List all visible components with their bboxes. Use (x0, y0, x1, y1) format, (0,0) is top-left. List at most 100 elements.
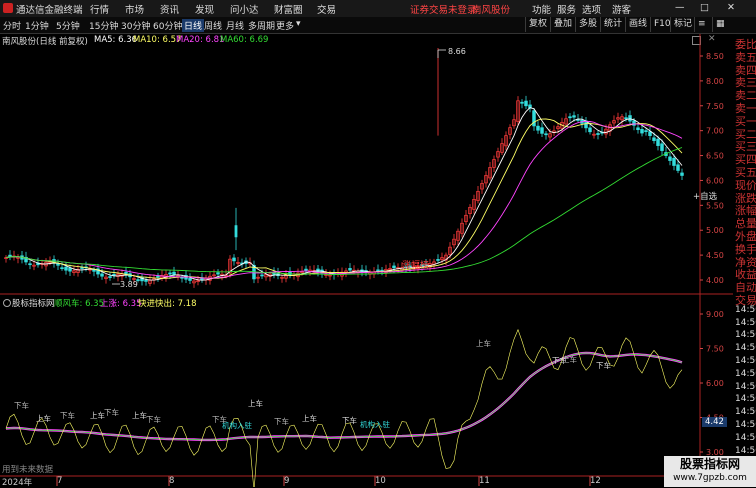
period-5min[interactable]: 5分钟 (56, 19, 80, 32)
menu-quotes[interactable]: 行情 (90, 2, 109, 16)
side-panel-item[interactable]: 14:50 (735, 433, 756, 443)
high-label: 8.66 (448, 47, 466, 56)
indicator-icon (3, 299, 11, 307)
side-panel-item[interactable]: 14:50 (735, 369, 756, 379)
candles-group (4, 48, 684, 288)
period-monthly[interactable]: 月线 (226, 19, 244, 32)
candle-body (112, 273, 116, 276)
sub-tick-label: 7.50 (706, 345, 724, 354)
price-tick-label: 8.50 (706, 52, 724, 61)
candle-body (348, 268, 352, 271)
period-tick[interactable]: 分时 (3, 19, 21, 32)
candle-body (588, 127, 592, 133)
candle-body (64, 266, 68, 271)
brand-url: www.7gpzb.com (673, 473, 747, 483)
period-multi[interactable]: 多周期 (248, 19, 275, 32)
x-label: 12 (590, 476, 601, 486)
candle-body (520, 101, 524, 104)
menu-ask[interactable]: 问小达 (230, 2, 259, 16)
candle-body (168, 272, 172, 275)
sub-tick-label: 6.00 (706, 379, 724, 388)
candle-body (304, 268, 308, 271)
kline-chart[interactable]: 下车上车 下车 上车 下车 上车 下车机构入驻下车上车下车 上车机构入驻下车上车下车上车下车… (0, 34, 733, 487)
side-panel-item[interactable]: 14:50 (735, 318, 756, 328)
menu-trade[interactable]: 交易 (317, 2, 336, 16)
add-watchlist-button[interactable]: +自选 (693, 190, 717, 202)
period-15min[interactable]: 15分钟 (89, 19, 118, 32)
signal-annotation: 下车 (104, 407, 119, 417)
side-panel-item[interactable]: 14:50 (735, 382, 756, 392)
x-label: 9 (284, 476, 290, 486)
signal-annotation: 下车 (274, 416, 289, 426)
grid-icon[interactable]: ▦ (712, 17, 728, 32)
candle-body (628, 115, 632, 122)
sub-chart-title[interactable]: 股标指标网 (12, 297, 55, 309)
price-tick-label: 5.50 (706, 201, 724, 210)
legend-shunfengche: 顺风车: 6.35 (54, 299, 104, 309)
candle-body (540, 127, 544, 134)
menu-function[interactable]: 功能 (532, 2, 551, 16)
low-label: 3.89 (120, 280, 138, 289)
signal-annotation: 下车 (146, 414, 161, 424)
period-30min[interactable]: 30分钟 (121, 19, 150, 32)
signal-annotation: 下车 (596, 360, 611, 370)
x-label: 11 (479, 476, 490, 486)
maximize-icon[interactable]: □ (700, 2, 709, 13)
candle-body (28, 263, 32, 266)
side-panel-item[interactable]: 14:50 (735, 446, 756, 456)
multi-stock-button[interactable]: 多股 (575, 17, 600, 32)
x-label: 2024年 (2, 478, 33, 488)
period-1min[interactable]: 1分钟 (25, 19, 49, 32)
candle-body (660, 143, 664, 151)
period-more[interactable]: 更多 (276, 19, 294, 32)
candle-body (436, 259, 440, 261)
chevron-down-icon[interactable]: ▾ (296, 19, 301, 29)
side-panel-item[interactable]: 14:50 (735, 420, 756, 430)
candle-body (524, 100, 528, 107)
candle-body (216, 272, 220, 275)
signal-annotation: 下车 (342, 415, 357, 425)
ma-line-10 (5, 118, 683, 279)
signal-annotation: 下车 (212, 414, 227, 424)
minimize-icon[interactable]: — (675, 2, 685, 13)
candle-body (544, 133, 548, 136)
menu-news[interactable]: 资讯 (160, 2, 179, 16)
candle-body (644, 130, 648, 132)
close-icon[interactable]: ✕ (727, 2, 735, 13)
user-guest[interactable]: 游客 (612, 2, 631, 16)
side-panel-item[interactable]: 14:50 (735, 330, 756, 340)
x-label: 10 (375, 476, 386, 486)
overlay-button[interactable]: 叠加 (550, 17, 575, 32)
adjust-button[interactable]: 复权 (525, 17, 550, 32)
menu-icon[interactable]: ≡ (694, 17, 709, 32)
side-panel-item[interactable]: 14:50 (735, 305, 756, 315)
period-60min[interactable]: 60分钟 (153, 19, 182, 32)
toolbar: 分时 1分钟 5分钟 15分钟 30分钟 60分钟 日线 周线 月线 多周期 更… (0, 17, 756, 34)
login-status[interactable]: 证券交易未登录 (410, 2, 477, 16)
side-panel-item[interactable]: 14:50 (735, 356, 756, 366)
period-weekly[interactable]: 周线 (204, 19, 222, 32)
mark-button[interactable]: 标记 (670, 17, 695, 32)
price-tick-label: 7.50 (706, 102, 724, 111)
menu-discover[interactable]: 发现 (195, 2, 214, 16)
side-panel-item[interactable]: 14:50 (735, 407, 756, 417)
price-tick-label: 4.00 (706, 276, 724, 285)
menu-market[interactable]: 市场 (125, 2, 144, 16)
candle-body (652, 137, 656, 141)
menu-wealth[interactable]: 财富圈 (274, 2, 303, 16)
candle-body (656, 138, 660, 146)
side-panel-item[interactable]: 14:50 (735, 343, 756, 353)
period-daily[interactable]: 日线 (182, 19, 205, 32)
candle-body (536, 125, 540, 131)
candle-body (80, 267, 84, 269)
stats-button[interactable]: 统计 (600, 17, 625, 32)
draw-line-button[interactable]: 画线 (625, 17, 650, 32)
side-panel-item[interactable]: 14:50 (735, 394, 756, 404)
x-grid (56, 476, 591, 486)
menu-service[interactable]: 服务 (557, 2, 576, 16)
menu-options[interactable]: 选项 (582, 2, 601, 16)
quote-side-panel: 委比 卖五 卖四 卖三 卖二 卖一 买一 买二 买三 买四 买五 现价 涨跌 涨幅 总量 外盘 换手 净资 收益 自动… (733, 34, 756, 487)
candle-body (392, 265, 396, 269)
signal-annotation: 上车 (476, 338, 491, 348)
candle-body (68, 267, 72, 272)
